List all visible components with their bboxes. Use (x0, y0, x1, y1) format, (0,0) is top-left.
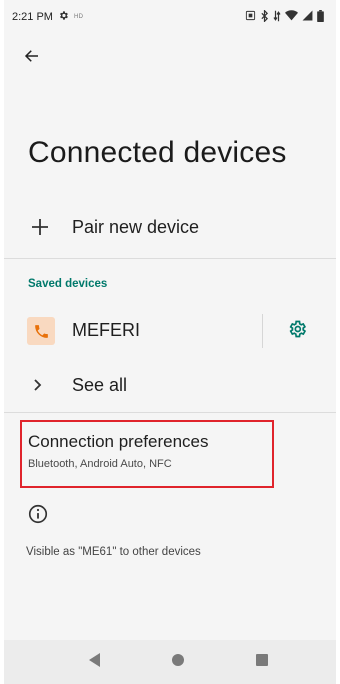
saved-devices-header: Saved devices (28, 278, 108, 290)
navigation-bar (4, 640, 336, 684)
battery-icon (317, 9, 324, 25)
bluetooth-icon (260, 8, 269, 25)
device-separator (262, 314, 263, 348)
divider (4, 258, 336, 259)
device-name: MEFERI (72, 320, 141, 340)
recents-square-icon (256, 653, 268, 671)
pair-new-device-item[interactable]: Pair new device (4, 205, 336, 249)
back-button[interactable] (14, 40, 50, 76)
hd-label: HD (73, 14, 84, 20)
saved-device-item[interactable]: MEFERI (4, 308, 336, 354)
screen: 2:21 PM HD Connected devices Pair new de… (4, 0, 336, 684)
see-all-label: See all (72, 375, 128, 395)
chevron-right-icon (28, 375, 48, 395)
plus-icon (26, 213, 54, 241)
status-bar: 2:21 PM HD (4, 0, 336, 34)
phone-icon (27, 317, 55, 345)
home-circle-icon (171, 653, 185, 672)
divider (4, 412, 336, 413)
status-time: 2:21 PM (12, 11, 53, 23)
status-right (245, 8, 324, 25)
info-icon (27, 503, 49, 525)
nav-back-button[interactable] (83, 650, 107, 674)
back-triangle-icon (89, 652, 101, 672)
nav-recents-button[interactable] (250, 650, 274, 674)
status-left: 2:21 PM HD (12, 10, 83, 24)
data-arrows-icon (273, 10, 281, 25)
nav-home-button[interactable] (166, 650, 190, 674)
pair-new-device-label: Pair new device (72, 216, 200, 237)
connection-preferences-subtitle: Bluetooth, Android Auto, NFC (28, 458, 172, 470)
wifi-icon (285, 10, 298, 24)
gear-icon (287, 319, 307, 344)
device-settings-button[interactable] (282, 316, 312, 346)
nfc-icon (245, 10, 256, 24)
connection-preferences-title: Connection preferences (28, 432, 209, 451)
signal-icon (302, 10, 313, 24)
connection-preferences-item[interactable]: Connection preferences Bluetooth, Androi… (20, 420, 274, 488)
see-all-item[interactable]: See all (4, 364, 336, 406)
page-title: Connected devices (28, 136, 287, 169)
visible-as-text: Visible as "ME61" to other devices (26, 546, 201, 558)
arrow-left-icon (23, 47, 41, 70)
gear-icon (58, 10, 69, 24)
